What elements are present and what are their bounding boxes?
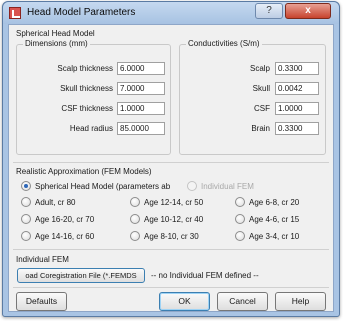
conductivity-input[interactable]: 0.3300 bbox=[275, 62, 319, 75]
dialog-body: Spherical Head Model Dimensions (mm) Sca… bbox=[8, 24, 334, 312]
radio-fem-option[interactable]: Age 8-10, cr 30 bbox=[130, 231, 199, 241]
realistic-section-title: Realistic Approximation (FEM Models) bbox=[16, 167, 152, 176]
window-title: Head Model Parameters bbox=[27, 7, 136, 18]
conductivity-input[interactable]: 1.0000 bbox=[275, 102, 319, 115]
radio-fem-option-label: Age 10-12, cr 40 bbox=[144, 214, 204, 224]
radio-fem-option-label: Age 12-14, cr 50 bbox=[144, 197, 204, 207]
radio-button-icon bbox=[187, 181, 197, 191]
dialog-window: Head Model Parameters ? x Spherical Head… bbox=[2, 1, 340, 317]
defaults-button[interactable]: Defaults bbox=[16, 292, 67, 311]
dimension-label: Head radius bbox=[69, 124, 113, 133]
radio-fem-option-label: Age 6-8, cr 20 bbox=[249, 197, 300, 207]
title-bar: Head Model Parameters ? x bbox=[3, 2, 339, 24]
dimension-label: Scalp thickness bbox=[57, 64, 113, 73]
dimension-label: CSF thickness bbox=[61, 104, 113, 113]
radio-button-icon bbox=[21, 214, 31, 224]
radio-button-icon bbox=[235, 214, 245, 224]
section-divider bbox=[13, 162, 329, 163]
help-button[interactable]: Help bbox=[275, 292, 326, 311]
radio-fem-option-label: Age 8-10, cr 30 bbox=[144, 231, 199, 241]
conductivities-group-title: Conductivities (S/m) bbox=[186, 39, 262, 48]
cancel-button[interactable]: Cancel bbox=[217, 292, 268, 311]
radio-spherical-model[interactable]: Spherical Head Model (parameters ab bbox=[21, 181, 170, 191]
radio-button-icon bbox=[235, 231, 245, 241]
conductivities-group: Conductivities (S/m) Scalp 0.3300 Skull 0.0… bbox=[179, 39, 326, 155]
radio-button-icon bbox=[235, 197, 245, 207]
radio-individual-fem[interactable]: Individual FEM bbox=[187, 181, 254, 191]
radio-button-icon bbox=[21, 231, 31, 241]
radio-fem-option[interactable]: Age 14-16, cr 60 bbox=[21, 231, 94, 241]
radio-fem-option[interactable]: Age 3-4, cr 10 bbox=[235, 231, 299, 241]
radio-fem-option[interactable]: Age 16-20, cr 70 bbox=[21, 214, 94, 224]
conductivity-input[interactable]: 0.0042 bbox=[275, 82, 319, 95]
conductivity-label: CSF bbox=[254, 104, 270, 113]
dimensions-group: Dimensions (mm) Scalp thickness 6.0000 Sku… bbox=[16, 39, 171, 155]
dimension-label: Skull thickness bbox=[60, 84, 113, 93]
dimension-input[interactable]: 85.0000 bbox=[117, 122, 165, 135]
conductivity-label: Brain bbox=[251, 124, 270, 133]
radio-button-icon bbox=[21, 181, 31, 191]
spherical-section-title: Spherical Head Model bbox=[16, 29, 95, 38]
conductivity-label: Scalp bbox=[249, 64, 270, 73]
radio-button-icon bbox=[130, 197, 140, 207]
section-divider bbox=[13, 287, 329, 288]
radio-fem-option[interactable]: Age 6-8, cr 20 bbox=[235, 197, 299, 207]
radio-spherical-label: Spherical Head Model (parameters ab bbox=[35, 181, 171, 191]
radio-fem-option-label: Age 16-20, cr 70 bbox=[35, 214, 95, 224]
radio-fem-option-label: Adult, cr 80 bbox=[35, 197, 76, 207]
individual-section-title: Individual FEM bbox=[16, 255, 69, 264]
dimension-input[interactable]: 1.0000 bbox=[117, 102, 165, 115]
section-divider bbox=[13, 249, 329, 250]
radio-button-icon bbox=[130, 214, 140, 224]
ok-button[interactable]: OK bbox=[159, 292, 210, 311]
individual-fem-status: -- no Individual FEM defined -- bbox=[151, 271, 259, 280]
radio-fem-option[interactable]: Age 10-12, cr 40 bbox=[130, 214, 203, 224]
conductivity-label: Skull bbox=[252, 84, 270, 93]
radio-fem-option[interactable]: Age 12-14, cr 50 bbox=[130, 197, 203, 207]
radio-fem-option[interactable]: Adult, cr 80 bbox=[21, 197, 75, 207]
conductivity-input[interactable]: 0.3300 bbox=[275, 122, 319, 135]
radio-fem-option-label: Age 14-16, cr 60 bbox=[35, 231, 95, 241]
dimensions-group-title: Dimensions (mm) bbox=[23, 39, 90, 48]
radio-button-icon bbox=[21, 197, 31, 207]
load-coregistration-button[interactable]: oad Coregistration File (*.FEMDS bbox=[17, 268, 145, 283]
help-title-button[interactable]: ? bbox=[255, 3, 283, 19]
radio-button-icon bbox=[130, 231, 140, 241]
dimension-input[interactable]: 6.0000 bbox=[117, 62, 165, 75]
radio-individual-label: Individual FEM bbox=[201, 181, 254, 191]
app-icon bbox=[9, 7, 21, 19]
close-button[interactable]: x bbox=[285, 3, 331, 19]
dimension-input[interactable]: 7.0000 bbox=[117, 82, 165, 95]
radio-fem-option[interactable]: Age 4-6, cr 15 bbox=[235, 214, 299, 224]
radio-fem-option-label: Age 4-6, cr 15 bbox=[249, 214, 300, 224]
radio-fem-option-label: Age 3-4, cr 10 bbox=[249, 231, 300, 241]
